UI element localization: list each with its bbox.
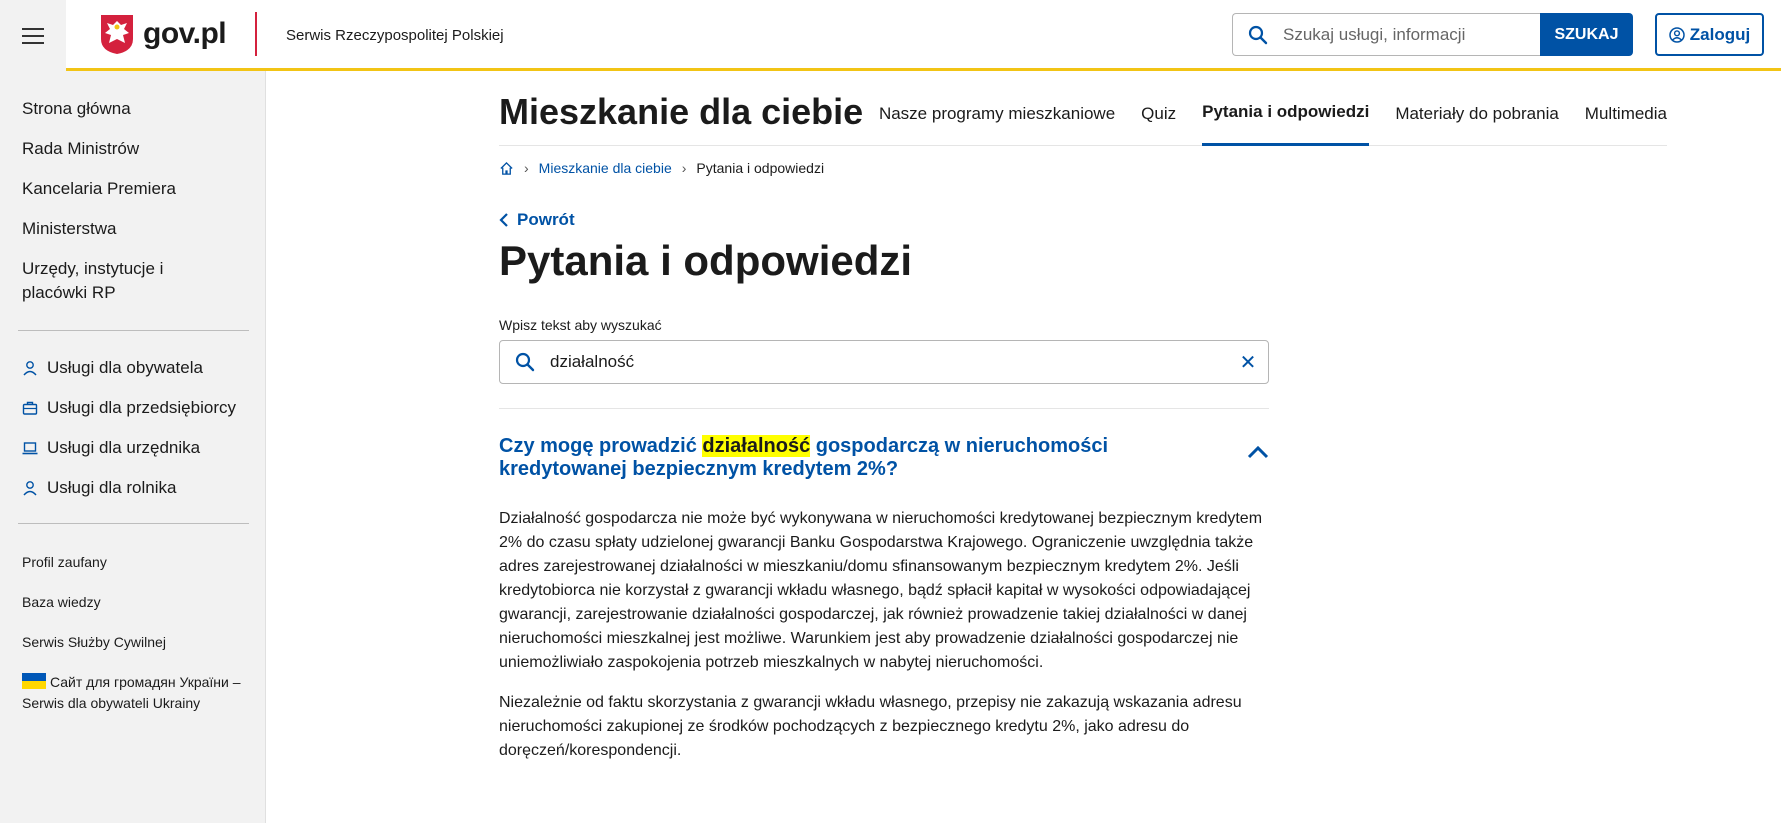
sidebar-item-label: Usługi dla rolnika bbox=[47, 478, 177, 497]
chevron-right-icon: › bbox=[524, 160, 529, 176]
faq-filter-input[interactable] bbox=[550, 352, 1228, 372]
sidebar-item-offices[interactable]: Urzędy, instytucje i placówki RP bbox=[22, 257, 172, 305]
sidebar-main-nav: Strona główna Rada Ministrów Kancelaria … bbox=[22, 97, 242, 321]
login-label: Zaloguj bbox=[1689, 24, 1751, 44]
sidebar-extra: Profil zaufany Baza wiedzy Serwis Służby… bbox=[22, 552, 242, 733]
page-title: Pytania i odpowiedzi bbox=[499, 237, 913, 284]
back-link[interactable]: Powrót bbox=[499, 210, 575, 230]
sidebar-item-ministries[interactable]: Ministerstwa bbox=[22, 217, 242, 241]
sub-navigation: Mieszkanie dla ciebie Nasze programy mie… bbox=[499, 71, 1667, 146]
tab-programs[interactable]: Nasze programy mieszkaniowe bbox=[879, 71, 1115, 146]
site-name: Serwis Rzeczypospolitej Polskiej bbox=[286, 27, 504, 44]
sidebar-item-home[interactable]: Strona główna bbox=[22, 97, 242, 121]
person-icon bbox=[23, 481, 37, 496]
eagle-emblem-icon bbox=[101, 15, 133, 54]
chevron-up-icon[interactable] bbox=[1247, 445, 1269, 459]
tab-quiz[interactable]: Quiz bbox=[1141, 71, 1176, 146]
faq-question[interactable]: Czy mogę prowadzić działalność gospodarc… bbox=[499, 435, 1269, 481]
sidebar-item-civil-service[interactable]: Serwis Służby Cywilnej bbox=[22, 632, 242, 653]
search-icon bbox=[500, 352, 550, 372]
sidebar-item-knowledge-base[interactable]: Baza wiedzy bbox=[22, 592, 242, 613]
ukraine-link-label: Сайт для громадян України –Serwis dla ob… bbox=[22, 674, 241, 711]
menu-icon[interactable] bbox=[0, 0, 66, 71]
laptop-icon bbox=[22, 442, 38, 455]
filter-label: Wpisz tekst aby wyszukać bbox=[499, 317, 662, 333]
sidebar-item-business[interactable]: Usługi dla przedsiębiorcy bbox=[22, 396, 236, 420]
sidebar-item-ukraine[interactable]: Сайт для громадян України –Serwis dla ob… bbox=[22, 672, 242, 714]
answer-paragraph: Działalność gospodarcza nie może być wyk… bbox=[499, 510, 1263, 671]
login-button[interactable]: Zaloguj bbox=[1655, 13, 1764, 56]
ukraine-flag-icon bbox=[22, 673, 46, 689]
answer-paragraph: Niezależnie od faktu skorzystania z gwar… bbox=[499, 694, 1242, 759]
sidebar-item-label: Usługi dla przedsiębiorcy bbox=[47, 398, 236, 417]
faq-answer: Działalność gospodarcza nie może być wyk… bbox=[499, 507, 1269, 779]
breadcrumb-current: Pytania i odpowiedzi bbox=[696, 160, 825, 176]
search-highlight: działalność bbox=[702, 435, 811, 457]
subnav-title[interactable]: Mieszkanie dla ciebie bbox=[499, 91, 863, 133]
sidebar-item-label: Usługi dla obywatela bbox=[47, 358, 203, 377]
back-label: Powrót bbox=[517, 210, 575, 229]
search-button[interactable]: SZUKAJ bbox=[1540, 13, 1633, 56]
tab-downloads[interactable]: Materiały do pobrania bbox=[1395, 71, 1558, 146]
top-header: gov.pl Serwis Rzeczypospolitej Polskiej … bbox=[0, 0, 1781, 71]
question-title: Czy mogę prowadzić działalność gospodarc… bbox=[499, 435, 1179, 481]
breadcrumb: › Mieszkanie dla ciebie › Pytania i odpo… bbox=[499, 160, 824, 176]
question-text-before: Czy mogę prowadzić bbox=[499, 435, 703, 457]
gov-logo[interactable]: gov.pl bbox=[99, 13, 227, 55]
global-search bbox=[1232, 13, 1541, 56]
sidebar-divider bbox=[18, 523, 249, 524]
user-circle-icon bbox=[1669, 26, 1685, 43]
home-icon[interactable] bbox=[499, 161, 514, 176]
chevron-left-icon bbox=[499, 213, 508, 227]
clear-icon[interactable]: ✕ bbox=[1228, 350, 1268, 375]
person-icon bbox=[23, 361, 37, 376]
sidebar-item-label: Usługi dla urzędnika bbox=[47, 438, 201, 457]
divider bbox=[499, 408, 1269, 409]
sidebar-divider bbox=[18, 330, 249, 331]
sidebar-item-farmer[interactable]: Usługi dla rolnika bbox=[22, 476, 236, 500]
sidebar-item-trusted-profile[interactable]: Profil zaufany bbox=[22, 552, 242, 573]
tab-faq[interactable]: Pytania i odpowiedzi bbox=[1202, 71, 1370, 146]
sidebar-item-chancellery[interactable]: Kancelaria Premiera bbox=[22, 177, 242, 201]
sidebar-item-official[interactable]: Usługi dla urzędnika bbox=[22, 436, 236, 460]
chevron-right-icon: › bbox=[681, 160, 687, 176]
subnav-links: Nasze programy mieszkaniowe Quiz Pytania… bbox=[879, 71, 1667, 146]
faq-filter: ✕ bbox=[499, 340, 1269, 384]
tab-multimedia[interactable]: Multimedia bbox=[1585, 71, 1667, 146]
sidebar: Strona główna Rada Ministrów Kancelaria … bbox=[0, 71, 266, 823]
global-search-input[interactable] bbox=[1283, 24, 1533, 45]
breadcrumb-link[interactable]: Mieszkanie dla ciebie bbox=[539, 160, 672, 176]
logo-separator bbox=[255, 12, 257, 56]
search-icon bbox=[1233, 25, 1283, 45]
sidebar-item-council[interactable]: Rada Ministrów bbox=[22, 137, 242, 161]
logo-text: gov.pl bbox=[143, 17, 227, 50]
sidebar-services: Usługi dla obywatela Usługi dla przedsię… bbox=[22, 356, 236, 516]
sidebar-item-citizen[interactable]: Usługi dla obywatela bbox=[22, 356, 236, 380]
briefcase-icon bbox=[22, 401, 38, 415]
